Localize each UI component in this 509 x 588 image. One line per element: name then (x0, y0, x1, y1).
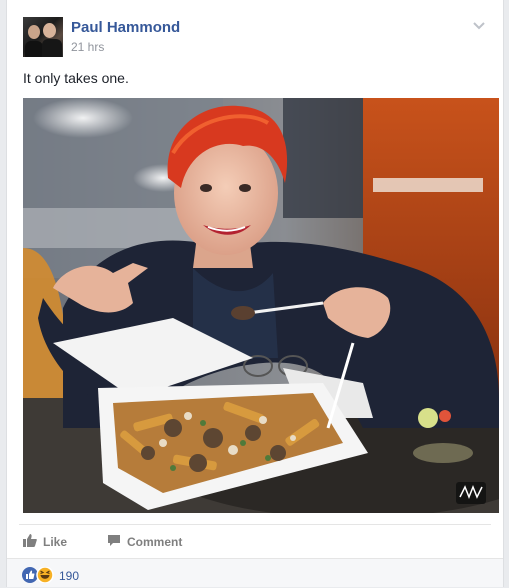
watermark-logo (456, 482, 486, 504)
post-timestamp[interactable]: 21 hrs (71, 40, 104, 54)
like-button[interactable]: Like (23, 533, 67, 551)
chevron-down-icon[interactable] (471, 19, 487, 31)
author-avatar[interactable] (23, 17, 63, 57)
post-text: It only takes one. (23, 70, 129, 86)
reaction-icons (22, 566, 56, 584)
comment-button[interactable]: Comment (107, 533, 182, 551)
author-name[interactable]: Paul Hammond (71, 19, 180, 36)
like-icon (22, 567, 38, 583)
like-label: Like (43, 535, 68, 549)
haha-icon (36, 566, 54, 584)
post-photo[interactable] (23, 98, 499, 513)
post-header: Paul Hammond 21 hrs (23, 17, 487, 59)
thumbs-up-icon (23, 534, 37, 550)
reactions-summary[interactable]: 190 (7, 558, 503, 587)
reaction-count[interactable]: 190 (59, 569, 79, 583)
comment-label: Comment (127, 535, 183, 549)
comment-icon (107, 534, 121, 550)
post-actions: Like Comment (19, 524, 491, 558)
post-card: Paul Hammond 21 hrs It only takes one. L… (6, 0, 504, 587)
